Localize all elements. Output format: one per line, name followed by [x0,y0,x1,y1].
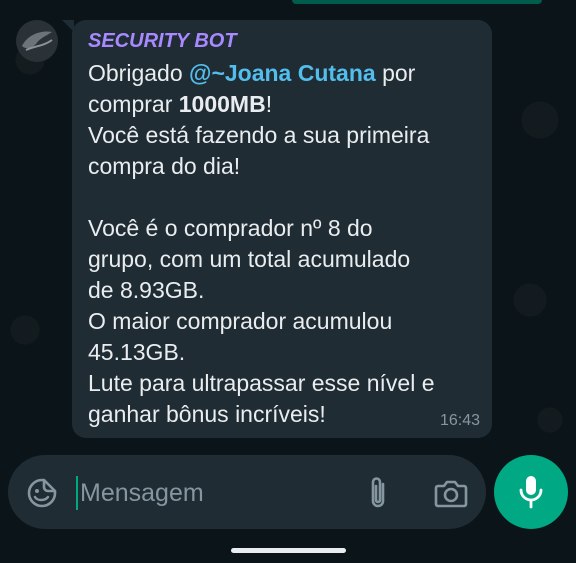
text-cursor [76,476,78,510]
gesture-navigation-bar[interactable] [231,548,346,553]
user-mention[interactable]: @~Joana Cutana [189,60,376,86]
voice-message-button[interactable] [494,455,568,529]
text-line: ! [265,91,273,117]
text-line: ganhar bônus incríveis! [88,401,326,427]
previous-message-bubble [292,0,542,4]
text-line: Lute para ultrapassar esse nível e [88,370,435,396]
purchase-amount: 1000MB [178,91,266,117]
text-line: comprar [88,91,179,117]
bot-avatar-icon [22,31,53,51]
text-line: O maior comprador acumulou [88,308,393,334]
text-line: grupo, com um total acumulado [88,246,411,272]
sender-name[interactable]: SECURITY BOT [88,30,476,52]
message-input[interactable]: Mensagem [80,477,204,509]
message-composer[interactable]: Mensagem [8,455,486,529]
text-line: Obrigado [88,60,190,86]
message-timestamp: 16:43 [439,412,480,429]
text-line: por [375,60,416,86]
microphone-icon [519,476,543,509]
message-text: Obrigado @~Joana Cutana por comprar 1000… [88,58,476,430]
camera-icon[interactable] [434,477,468,509]
text-line: compra do dia! [88,153,241,179]
message-bubble[interactable]: SECURITY BOT Obrigado @~Joana Cutana por… [62,20,492,438]
paperclip-icon[interactable] [364,475,392,511]
sender-avatar[interactable] [16,20,58,62]
text-line: Você é o comprador nº 8 do [88,215,373,241]
text-line: Você está fazendo a sua primeira [88,122,430,148]
sticker-icon[interactable] [26,477,58,509]
text-line: 45.13GB. [88,339,186,365]
text-line: de 8.93GB. [88,277,205,303]
